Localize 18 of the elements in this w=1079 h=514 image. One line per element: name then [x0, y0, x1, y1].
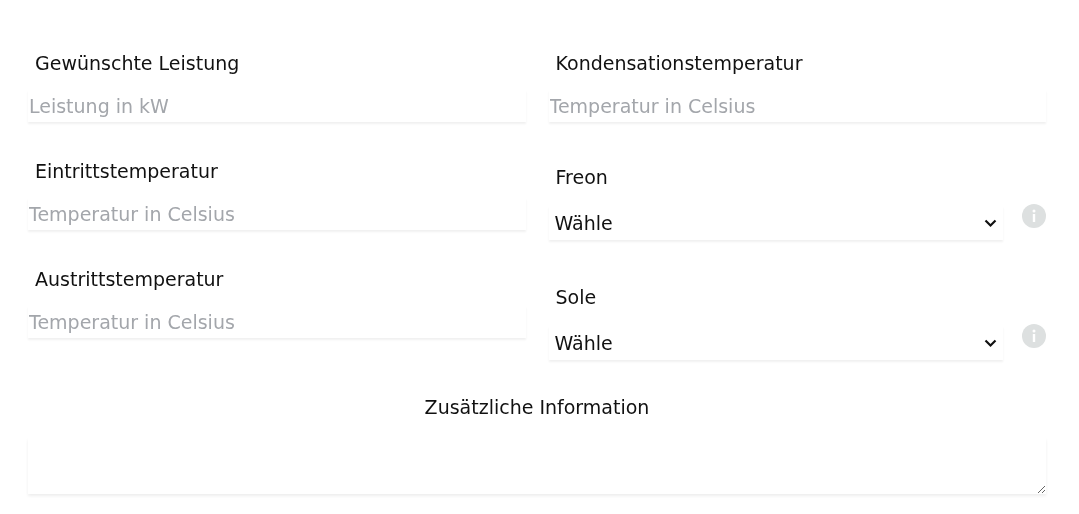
field-label: Zusätzliche Information [423, 395, 651, 420]
info-icon[interactable] [1021, 204, 1046, 228]
field-label: Kondensationstemperatur [554, 51, 804, 76]
notes-field[interactable] [28, 438, 1046, 494]
input-field[interactable]: Leistung in kW [28, 90, 526, 122]
input-field[interactable]: Temperatur in Celsius [28, 306, 526, 338]
field-label: Sole [554, 285, 598, 310]
info-icon[interactable] [1021, 324, 1046, 348]
input-field[interactable]: Temperatur in Celsius [548, 90, 1046, 122]
input-field[interactable]: Temperatur in Celsius [28, 198, 526, 230]
field-label: Gewünschte Leistung [34, 51, 241, 76]
chevron-down-icon [983, 218, 997, 228]
dropdown[interactable]: Wähle [548, 206, 1003, 240]
field-label: Austrittstemperatur [34, 267, 225, 292]
field-label: Eintrittstemperatur [34, 159, 219, 184]
chevron-down-icon [983, 338, 997, 348]
dropdown[interactable]: Wähle [548, 326, 1003, 360]
field-label: Freon [554, 165, 609, 190]
